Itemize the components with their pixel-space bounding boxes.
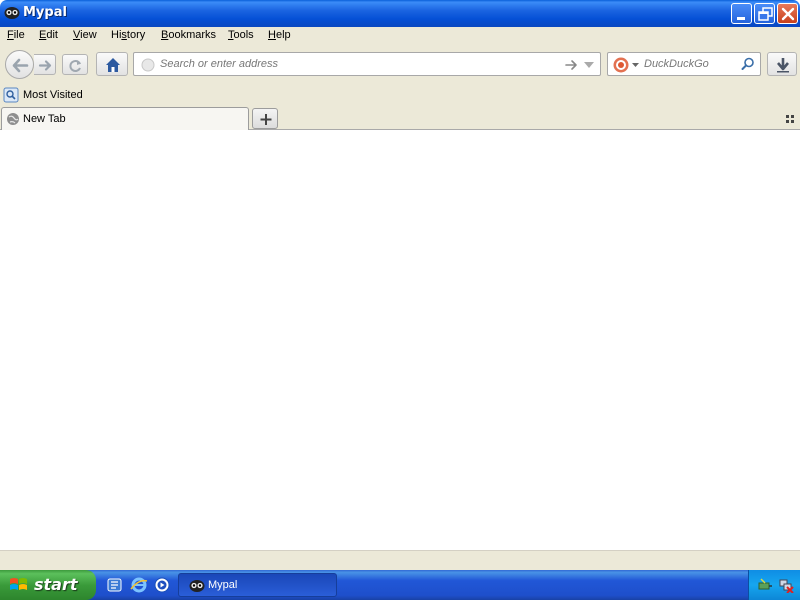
download-arrow-icon: [777, 58, 789, 73]
taskbar: start Mypal: [0, 570, 800, 600]
search-input[interactable]: [644, 56, 739, 72]
windows-logo-icon: [10, 578, 27, 590]
start-label: start: [34, 575, 78, 594]
duckduckgo-icon[interactable]: [613, 57, 629, 73]
home-icon: [106, 58, 120, 72]
restore-button[interactable]: [754, 3, 775, 24]
menu-file[interactable]: File: [7, 29, 25, 41]
forward-button[interactable]: [34, 54, 56, 75]
new-tab-button[interactable]: [252, 108, 278, 129]
start-button[interactable]: start: [0, 570, 96, 600]
home-button[interactable]: [96, 52, 128, 76]
tab-new-tab[interactable]: New Tab: [1, 107, 249, 131]
search-icon[interactable]: [741, 57, 755, 71]
network-disconnected-icon[interactable]: [778, 577, 794, 593]
mypal-logo-icon: [189, 580, 205, 592]
menu-bar: File Edit View History Bookmarks Tools H…: [0, 27, 800, 46]
menu-view[interactable]: View: [73, 29, 97, 41]
most-visited-folder-icon: [3, 87, 19, 103]
reload-icon: [69, 60, 81, 72]
address-bar[interactable]: [133, 52, 601, 76]
address-input[interactable]: [160, 56, 560, 72]
tab-list-icon[interactable]: [784, 113, 796, 125]
menu-tools[interactable]: Tools: [228, 29, 254, 41]
media-player-icon[interactable]: [153, 576, 171, 594]
restore-icon: [758, 7, 773, 21]
navigation-toolbar: [0, 46, 800, 84]
globe-icon: [7, 113, 19, 125]
taskbar-item-label: Mypal: [208, 579, 238, 591]
menu-edit[interactable]: Edit: [39, 29, 58, 41]
forward-arrow-icon: [38, 60, 52, 71]
window-title: Mypal: [23, 5, 67, 20]
menu-bookmarks[interactable]: Bookmarks: [161, 29, 216, 41]
mypal-logo-icon: [4, 7, 20, 19]
reload-button[interactable]: [62, 54, 88, 75]
bookmark-label: Most Visited: [23, 89, 83, 101]
internet-explorer-icon[interactable]: [130, 576, 148, 594]
menu-help[interactable]: Help: [268, 29, 291, 41]
safely-remove-hardware-icon[interactable]: [757, 577, 773, 593]
back-arrow-icon: [12, 58, 29, 73]
tab-strip: New Tab: [0, 106, 800, 131]
go-arrow-icon[interactable]: [564, 58, 578, 72]
taskbar-item-mypal[interactable]: Mypal: [178, 573, 337, 597]
minimize-button[interactable]: [731, 3, 752, 24]
plus-icon: [260, 114, 272, 125]
system-tray: [748, 570, 800, 600]
engine-dropdown-icon[interactable]: [632, 63, 639, 68]
title-bar[interactable]: Mypal: [0, 0, 800, 27]
close-icon: [781, 7, 795, 21]
back-button[interactable]: [5, 50, 34, 79]
page-content[interactable]: [0, 130, 800, 550]
tab-label: New Tab: [23, 113, 66, 125]
bookmarks-toolbar: Most Visited: [0, 84, 800, 106]
status-bar: [0, 550, 800, 570]
globe-icon: [141, 58, 155, 72]
search-bar[interactable]: [607, 52, 761, 76]
minimize-icon: [737, 17, 745, 20]
history-dropdown-icon[interactable]: [583, 61, 595, 69]
menu-history[interactable]: History: [111, 29, 145, 41]
email-icon[interactable]: [106, 576, 124, 594]
downloads-button[interactable]: [767, 52, 797, 76]
close-button[interactable]: [777, 3, 798, 24]
